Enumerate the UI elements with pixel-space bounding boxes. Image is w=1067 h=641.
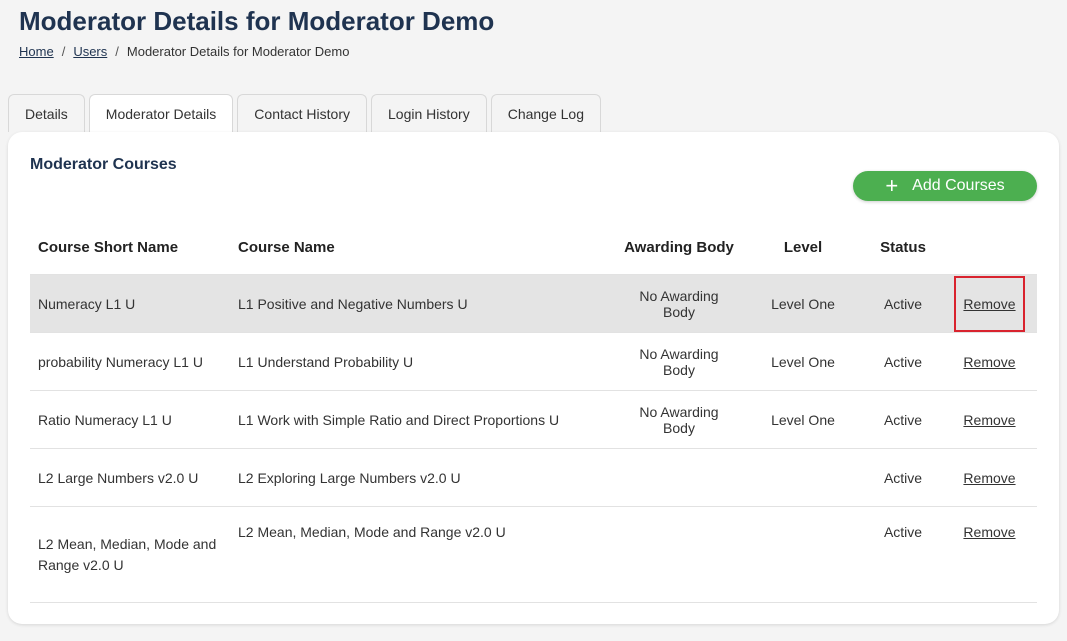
cell-level: Level One [742, 274, 864, 333]
cell-course-name: L1 Work with Simple Ratio and Direct Pro… [230, 390, 616, 449]
cell-level: Level One [742, 332, 864, 391]
column-header-level[interactable]: Level [742, 220, 864, 275]
cell-short-name: Ratio Numeracy L1 U [30, 390, 230, 449]
cell-action: Remove [942, 274, 1037, 333]
cell-course-name: L2 Mean, Median, Mode and Range v2.0 U [230, 506, 616, 603]
remove-link[interactable]: Remove [963, 524, 1015, 540]
courses-table: Course Short Name Course Name Awarding B… [30, 220, 1037, 603]
cell-action: Remove [942, 506, 1037, 603]
cell-status: Active [864, 274, 942, 333]
cell-status: Active [864, 332, 942, 391]
cell-course-name: L1 Understand Probability U [230, 332, 616, 391]
remove-link[interactable]: Remove [963, 412, 1015, 428]
table-header-row: Course Short Name Course Name Awarding B… [30, 220, 1037, 275]
cell-short-name: probability Numeracy L1 U [30, 332, 230, 391]
section-title: Moderator Courses [30, 156, 177, 173]
table-row: Numeracy L1 U L1 Positive and Negative N… [30, 274, 1037, 333]
remove-link[interactable]: Remove [963, 296, 1015, 312]
cell-awarding-body: No Awarding Body [616, 332, 742, 391]
table-row: probability Numeracy L1 U L1 Understand … [30, 332, 1037, 391]
tab-details[interactable]: Details [8, 94, 85, 132]
column-header-short-name[interactable]: Course Short Name [30, 220, 230, 275]
cell-course-name: L2 Exploring Large Numbers v2.0 U [230, 448, 616, 507]
breadcrumb-separator: / [61, 44, 66, 59]
cell-status: Active [864, 390, 942, 449]
focus-outline: Remove [954, 275, 1025, 332]
moderator-courses-card: Moderator Courses + Add Courses Course S… [8, 132, 1059, 624]
add-courses-button[interactable]: + Add Courses [853, 171, 1037, 201]
cell-action: Remove [942, 390, 1037, 449]
page-title: Moderator Details for Moderator Demo [19, 6, 495, 36]
breadcrumb-home-link[interactable]: Home [19, 44, 54, 59]
tab-moderator-details[interactable]: Moderator Details [88, 94, 234, 132]
remove-link[interactable]: Remove [963, 354, 1015, 370]
table-row: Ratio Numeracy L1 U L1 Work with Simple … [30, 390, 1037, 449]
remove-link[interactable]: Remove [963, 470, 1015, 486]
table-row: L2 Mean, Median, Mode and Range v2.0 U L… [30, 506, 1037, 603]
cell-level [742, 506, 864, 603]
cell-action: Remove [942, 332, 1037, 391]
column-header-action [942, 220, 1037, 275]
cell-short-name: L2 Large Numbers v2.0 U [30, 448, 230, 507]
cell-short-name: Numeracy L1 U [30, 274, 230, 333]
cell-awarding-body: No Awarding Body [616, 390, 742, 449]
tab-change-log[interactable]: Change Log [490, 94, 601, 132]
cell-status: Active [864, 506, 942, 603]
plus-icon: + [885, 173, 899, 198]
add-courses-label: Add Courses [912, 177, 1005, 194]
cell-status: Active [864, 448, 942, 507]
breadcrumb-users-link[interactable]: Users [73, 44, 107, 59]
breadcrumb-current: Moderator Details for Moderator Demo [126, 44, 350, 59]
cell-action: Remove [942, 448, 1037, 507]
breadcrumb-separator: / [115, 44, 119, 59]
cell-awarding-body [616, 506, 742, 603]
table-row: L2 Large Numbers v2.0 U L2 Exploring Lar… [30, 448, 1037, 507]
cell-awarding-body [616, 448, 742, 507]
tab-contact-history[interactable]: Contact History [237, 94, 367, 132]
tab-login-history[interactable]: Login History [371, 94, 487, 132]
column-header-course-name[interactable]: Course Name [230, 220, 616, 275]
column-header-awarding-body[interactable]: Awarding Body [616, 220, 742, 275]
breadcrumb: Home / Users / Moderator Details for Mod… [19, 44, 349, 59]
cell-awarding-body: No Awarding Body [616, 274, 742, 333]
cell-level: Level One [742, 390, 864, 449]
cell-short-name: L2 Mean, Median, Mode and Range v2.0 U [30, 506, 230, 603]
column-header-status[interactable]: Status [864, 220, 942, 275]
tab-bar: Details Moderator Details Contact Histor… [8, 94, 605, 132]
cell-course-name: L1 Positive and Negative Numbers U [230, 274, 616, 333]
cell-level [742, 448, 864, 507]
